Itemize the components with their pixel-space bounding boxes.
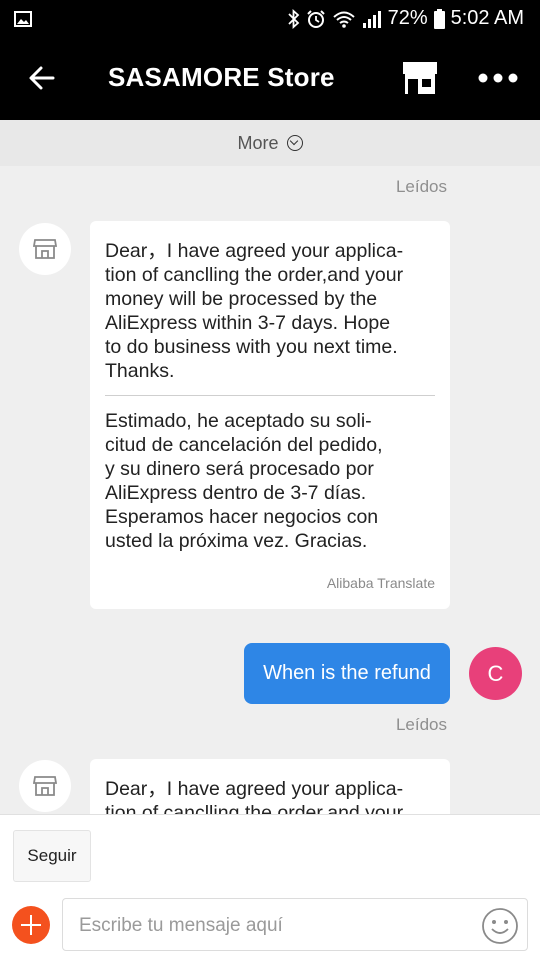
chevron-down-icon xyxy=(286,135,303,151)
store-icon[interactable] xyxy=(400,60,440,96)
store-avatar[interactable] xyxy=(19,760,71,812)
store-icon xyxy=(33,776,57,796)
read-receipt: Leídos xyxy=(395,715,447,734)
load-more-label: More xyxy=(237,132,279,153)
read-receipt: Leídos xyxy=(395,177,447,196)
bluetooth-icon xyxy=(287,8,299,29)
store-icon xyxy=(33,239,57,259)
composer-panel: Seguir xyxy=(0,814,540,961)
message-bubble-incoming: Dear，I have agreed your applica- tion of… xyxy=(90,759,450,814)
gallery-icon xyxy=(14,11,32,27)
emoji-icon[interactable] xyxy=(481,907,519,945)
message-bubble-outgoing: When is the refund xyxy=(244,643,450,704)
message-original-text: Dear，I have agreed your applica- tion of… xyxy=(105,240,404,382)
translation-divider xyxy=(105,395,435,396)
message-input[interactable] xyxy=(77,909,471,943)
wifi-icon xyxy=(332,11,355,28)
clock: 5:02 AM xyxy=(450,7,524,29)
load-more-button[interactable]: More xyxy=(0,120,540,166)
back-arrow-icon[interactable] xyxy=(28,64,56,92)
page-title: SASAMORE Store xyxy=(108,62,335,92)
more-options-icon[interactable] xyxy=(478,72,518,84)
translation-source-label: Alibaba Translate xyxy=(326,575,435,591)
status-bar: 72% 5:02 AM xyxy=(0,0,540,38)
alarm-icon xyxy=(306,9,325,28)
battery-icon xyxy=(433,8,445,29)
message-translated-text: Estimado, he aceptado su soli- citud de … xyxy=(105,410,383,552)
app-bar: SASAMORE Store xyxy=(0,38,540,120)
follow-button[interactable]: Seguir xyxy=(13,830,91,882)
add-attachment-icon[interactable] xyxy=(12,906,50,944)
message-input-box[interactable] xyxy=(62,898,528,951)
user-avatar[interactable]: C xyxy=(469,647,522,700)
battery-percent: 72% xyxy=(387,7,428,29)
chat-area[interactable]: More Leídos Dear，I have agreed your appl… xyxy=(0,120,540,814)
message-bubble-incoming: Dear，I have agreed your applica- tion of… xyxy=(90,221,450,609)
message-original-text: Dear，I have agreed your applica- tion of… xyxy=(105,778,404,814)
store-avatar[interactable] xyxy=(19,223,71,275)
signal-icon xyxy=(362,10,381,28)
